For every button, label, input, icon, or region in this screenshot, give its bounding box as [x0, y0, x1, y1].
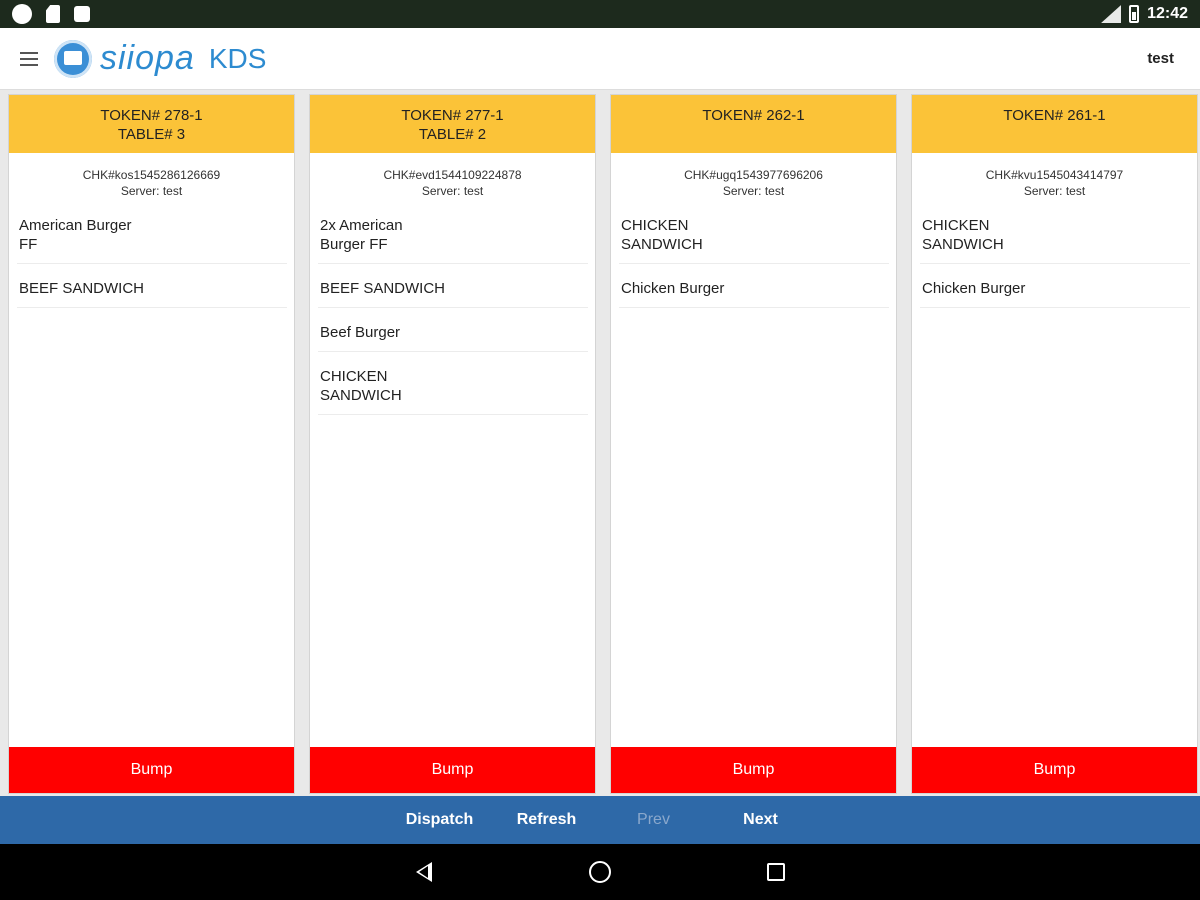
check-id: CHK#ugq1543977696206 [684, 168, 823, 182]
order-card-header: TOKEN# 262-1 [611, 95, 896, 153]
server-name: Server: test [120, 184, 183, 198]
table-number: TABLE# 2 [418, 126, 487, 143]
order-board: TOKEN# 278-1 TABLE# 3 CHK#kos1545286126669… [0, 90, 1200, 796]
server-name: Server: test [421, 184, 484, 198]
order-meta: CHK#kos1545286126669 Server: test [17, 167, 286, 199]
check-id: CHK#kvu1545043414797 [985, 168, 1124, 182]
order-card-body: CHK#evd1544109224878 Server: test 2x Ameri… [310, 153, 595, 747]
order-meta: CHK#ugq1543977696206 Server: test [619, 167, 888, 199]
prev-button[interactable]: Prev [600, 796, 707, 844]
token-number: TOKEN# 278-1 [100, 107, 203, 124]
order-item[interactable]: BEEF SANDWICH [17, 274, 287, 308]
battery-icon [1129, 5, 1140, 23]
sd-card-icon [46, 5, 60, 23]
order-card-body: CHK#ugq1543977696206 Server: test CHICKEN … [611, 153, 896, 747]
bump-button[interactable]: Bump [9, 747, 294, 793]
bump-button[interactable]: Bump [611, 747, 896, 793]
app-bar: siiopa KDS test [0, 28, 1200, 90]
username[interactable]: test [1147, 50, 1174, 67]
logo-cart-icon [54, 39, 92, 78]
hamburger-menu-icon[interactable] [20, 51, 38, 66]
order-card-header: TOKEN# 278-1 TABLE# 3 [9, 95, 294, 153]
order-item[interactable]: Chicken Burger [619, 274, 889, 308]
check-id: CHK#kos1545286126669 [82, 168, 221, 182]
notification-icons [12, 4, 90, 24]
status-bar: 12:42 [0, 0, 1200, 28]
dispatch-button[interactable]: Dispatch [386, 796, 493, 844]
system-status: 12:42 [1101, 5, 1188, 23]
order-item[interactable]: CHICKEN SANDWICH [318, 362, 588, 415]
order-card-header: TOKEN# 261-1 [912, 95, 1197, 153]
order-card-header: TOKEN# 277-1 TABLE# 2 [310, 95, 595, 153]
order-card: TOKEN# 262-1 CHK#ugq1543977696206 Server: … [610, 94, 897, 794]
order-card-body: CHK#kvu1545043414797 Server: test CHICKEN … [912, 153, 1197, 747]
signal-icon [1101, 5, 1122, 23]
notification-circle-icon [12, 4, 32, 24]
order-card: TOKEN# 277-1 TABLE# 2 CHK#evd1544109224878… [309, 94, 596, 794]
order-items-list: CHICKEN SANDWICH Chicken Burger [920, 211, 1190, 308]
order-item[interactable]: 2x American Burger FF [318, 211, 588, 264]
order-item[interactable]: CHICKEN SANDWICH [920, 211, 1190, 264]
order-items-list: CHICKEN SANDWICH Chicken Burger [619, 211, 889, 308]
back-triangle-icon [416, 862, 432, 882]
app-logo: siiopa KDS [54, 39, 266, 78]
recent-square-icon [767, 863, 785, 881]
bump-button[interactable]: Bump [310, 747, 595, 793]
check-id: CHK#evd1544109224878 [383, 168, 522, 182]
refresh-button[interactable]: Refresh [493, 796, 600, 844]
order-item[interactable]: BEEF SANDWICH [318, 274, 588, 308]
server-name: Server: test [722, 184, 785, 198]
order-card-body: CHK#kos1545286126669 Server: test American… [9, 153, 294, 747]
token-number: TOKEN# 277-1 [401, 107, 504, 124]
back-button[interactable] [411, 859, 437, 885]
table-number: TABLE# 3 [117, 126, 186, 143]
order-card: TOKEN# 278-1 TABLE# 3 CHK#kos1545286126669… [8, 94, 295, 794]
recent-apps-button[interactable] [763, 859, 789, 885]
server-name: Server: test [1023, 184, 1086, 198]
order-items-list: American Burger FF BEEF SANDWICH [17, 211, 287, 308]
shopping-bag-icon [74, 6, 90, 22]
clock: 12:42 [1147, 5, 1188, 22]
token-number: TOKEN# 261-1 [1003, 107, 1106, 124]
logo-text: siiopa [100, 39, 195, 77]
home-button[interactable] [587, 859, 613, 885]
system-nav-bar [0, 844, 1200, 900]
token-number: TOKEN# 262-1 [702, 107, 805, 124]
home-circle-icon [589, 861, 611, 883]
next-button[interactable]: Next [707, 796, 814, 844]
order-item[interactable]: Beef Burger [318, 318, 588, 352]
order-card: TOKEN# 261-1 CHK#kvu1545043414797 Server: … [911, 94, 1198, 794]
order-meta: CHK#evd1544109224878 Server: test [318, 167, 587, 199]
order-item[interactable]: CHICKEN SANDWICH [619, 211, 889, 264]
order-item[interactable]: Chicken Burger [920, 274, 1190, 308]
action-bar: Dispatch Refresh Prev Next [0, 796, 1200, 844]
bump-button[interactable]: Bump [912, 747, 1197, 793]
order-meta: CHK#kvu1545043414797 Server: test [920, 167, 1189, 199]
logo-kds: KDS [208, 42, 267, 74]
order-items-list: 2x American Burger FF BEEF SANDWICH Beef B… [318, 211, 588, 415]
order-item[interactable]: American Burger FF [17, 211, 287, 264]
